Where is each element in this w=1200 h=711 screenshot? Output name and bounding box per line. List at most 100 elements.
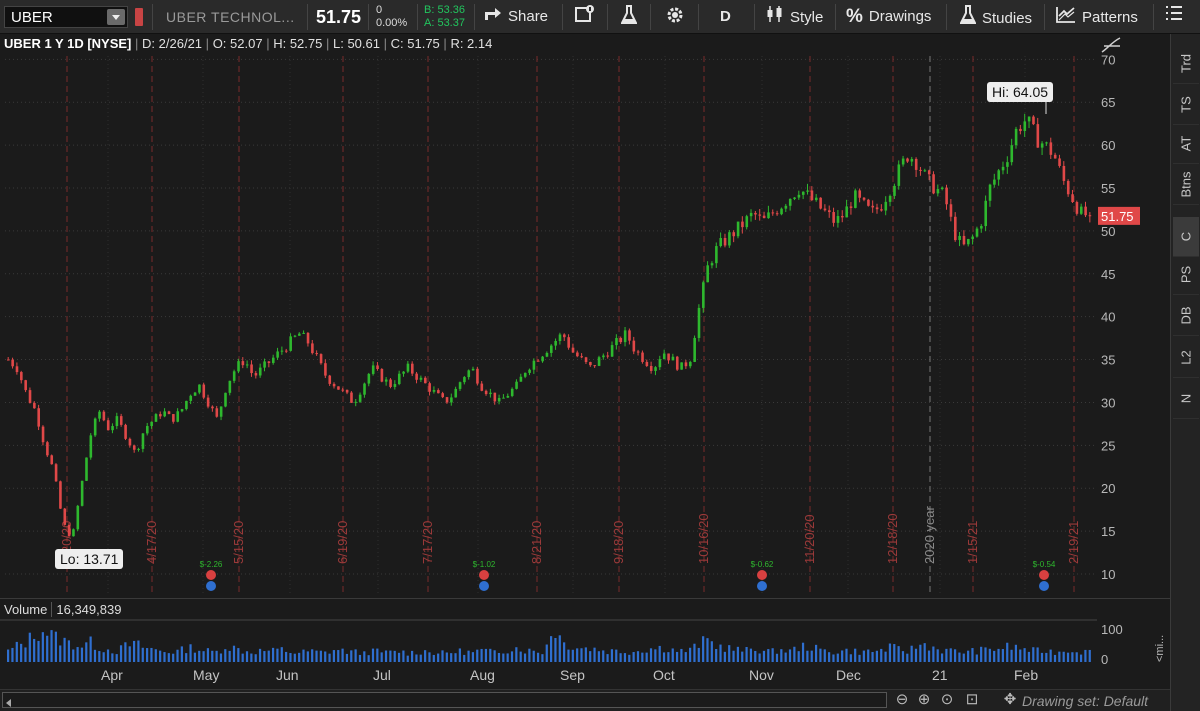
volume-bar xyxy=(167,653,170,662)
toolbar-divider xyxy=(562,4,563,30)
volume-bar xyxy=(389,650,392,662)
candle-body xyxy=(906,158,909,162)
volume-label: Volume xyxy=(4,602,53,617)
time-scrollbar[interactable] xyxy=(2,692,887,708)
volume-bar xyxy=(940,653,944,662)
candle-body xyxy=(445,397,449,403)
date-marker-label: 4/17/20 xyxy=(144,521,159,564)
volume-bar xyxy=(719,644,722,662)
volume-bar xyxy=(836,653,839,662)
aggregation-button[interactable]: D xyxy=(720,5,731,29)
zoom-reset-icon[interactable]: ⊡ xyxy=(962,691,982,709)
volume-header: Volume 16,349,839 xyxy=(4,602,121,617)
share-button[interactable]: Share xyxy=(484,5,548,29)
volume-bar xyxy=(910,645,913,662)
x-tick-label: Sep xyxy=(560,667,585,683)
volume-chart[interactable]: 100 0 <mi... xyxy=(0,598,1170,666)
volume-bar xyxy=(189,644,192,662)
toolbar-divider xyxy=(754,4,755,30)
header-close: C: 51.75 xyxy=(390,36,440,51)
experiment-button[interactable] xyxy=(620,5,643,29)
tab-trd[interactable]: Trd xyxy=(1173,44,1199,84)
candle-body xyxy=(337,386,340,390)
candle-body xyxy=(267,361,271,363)
menu-button[interactable] xyxy=(1165,5,1189,29)
studies-button[interactable]: Studies xyxy=(959,5,1032,29)
style-button[interactable]: Style xyxy=(766,5,823,29)
candle-body xyxy=(675,356,679,370)
date-marker-label: 10/16/20 xyxy=(696,513,711,564)
patterns-button[interactable]: Patterns xyxy=(1056,5,1138,29)
volume-bar xyxy=(397,652,401,662)
date-marker-label: 2/19/21 xyxy=(1066,521,1081,564)
candle-body xyxy=(454,388,458,398)
volume-bar xyxy=(293,653,296,662)
volume-bar xyxy=(745,647,748,662)
chevron-down-icon[interactable] xyxy=(107,9,125,25)
price-chart[interactable]: 101520253035404550556065703/20/20 4/17/20… xyxy=(0,34,1170,596)
drawings-button[interactable]: % Drawings xyxy=(846,5,931,29)
candle-body xyxy=(975,228,979,237)
settings-button[interactable] xyxy=(665,5,691,29)
tab-db[interactable]: DB xyxy=(1173,296,1199,336)
volume-bar xyxy=(128,646,131,662)
candle-body xyxy=(315,353,319,355)
tab-l2[interactable]: L2 xyxy=(1173,338,1199,378)
volume-bar xyxy=(832,654,835,662)
candle-body xyxy=(350,392,353,403)
date-marker-label: 6/19/20 xyxy=(335,521,350,564)
volume-bar xyxy=(936,649,939,662)
volume-bar xyxy=(584,647,587,662)
candle-body xyxy=(519,376,523,382)
tab-btns[interactable]: Btns xyxy=(1173,165,1199,205)
flag-icon[interactable] xyxy=(135,8,143,26)
x-tick-label: Apr xyxy=(101,667,123,683)
candle-body xyxy=(258,367,262,376)
volume-bar xyxy=(649,648,653,662)
candle-body xyxy=(741,221,744,228)
earnings-icon[interactable] xyxy=(1039,570,1049,580)
date-marker-label: 5/15/20 xyxy=(231,521,246,564)
dividend-icon[interactable] xyxy=(206,581,216,591)
dividend-icon[interactable] xyxy=(1039,581,1049,591)
zoom-out-icon[interactable]: ⊖ xyxy=(892,691,912,709)
tab-c[interactable]: C xyxy=(1173,217,1199,257)
high-label: Hi: 64.05 xyxy=(992,84,1048,100)
candle-body xyxy=(33,402,36,409)
symbol-text[interactable]: UBER xyxy=(11,9,53,26)
earnings-icon[interactable] xyxy=(479,570,489,580)
dividend-icon[interactable] xyxy=(757,581,767,591)
symbol-selector[interactable]: UBER xyxy=(4,6,128,28)
crosshair-icon[interactable]: ✥ xyxy=(1000,691,1020,709)
earnings-icon[interactable] xyxy=(206,570,216,580)
candle-body xyxy=(298,333,301,336)
x-tick-label: Nov xyxy=(749,667,774,683)
tab-at[interactable]: AT xyxy=(1173,124,1199,164)
candle-body xyxy=(232,371,236,381)
candle-body xyxy=(914,158,918,170)
volume-bar xyxy=(371,648,375,662)
volume-bar xyxy=(380,652,383,662)
volume-bar xyxy=(76,647,79,662)
volume-value: 16,349,839 xyxy=(56,602,122,617)
zoom-in-icon[interactable]: ⊕ xyxy=(914,691,934,709)
scroll-left-icon[interactable] xyxy=(6,699,11,707)
tab-ps[interactable]: PS xyxy=(1173,255,1199,295)
candle-body xyxy=(154,414,158,422)
tab-ts[interactable]: TS xyxy=(1173,85,1199,125)
candle-body xyxy=(397,373,401,385)
net-change: 0 0.00% xyxy=(376,4,407,30)
flexible-grid-button[interactable] xyxy=(575,5,601,29)
dividend-icon[interactable] xyxy=(479,581,489,591)
tab-n[interactable]: N xyxy=(1173,379,1199,419)
menu-list-icon xyxy=(1165,5,1183,29)
volume-bar xyxy=(862,650,865,662)
x-tick-label: May xyxy=(193,667,220,683)
candle-body xyxy=(193,392,197,396)
candle-body xyxy=(289,336,292,351)
candle-body xyxy=(441,393,444,398)
zoom-fit-icon[interactable]: ⊙ xyxy=(937,691,957,709)
earnings-icon[interactable] xyxy=(757,570,767,580)
volume-bar xyxy=(993,650,996,662)
gear-icon xyxy=(665,5,685,33)
